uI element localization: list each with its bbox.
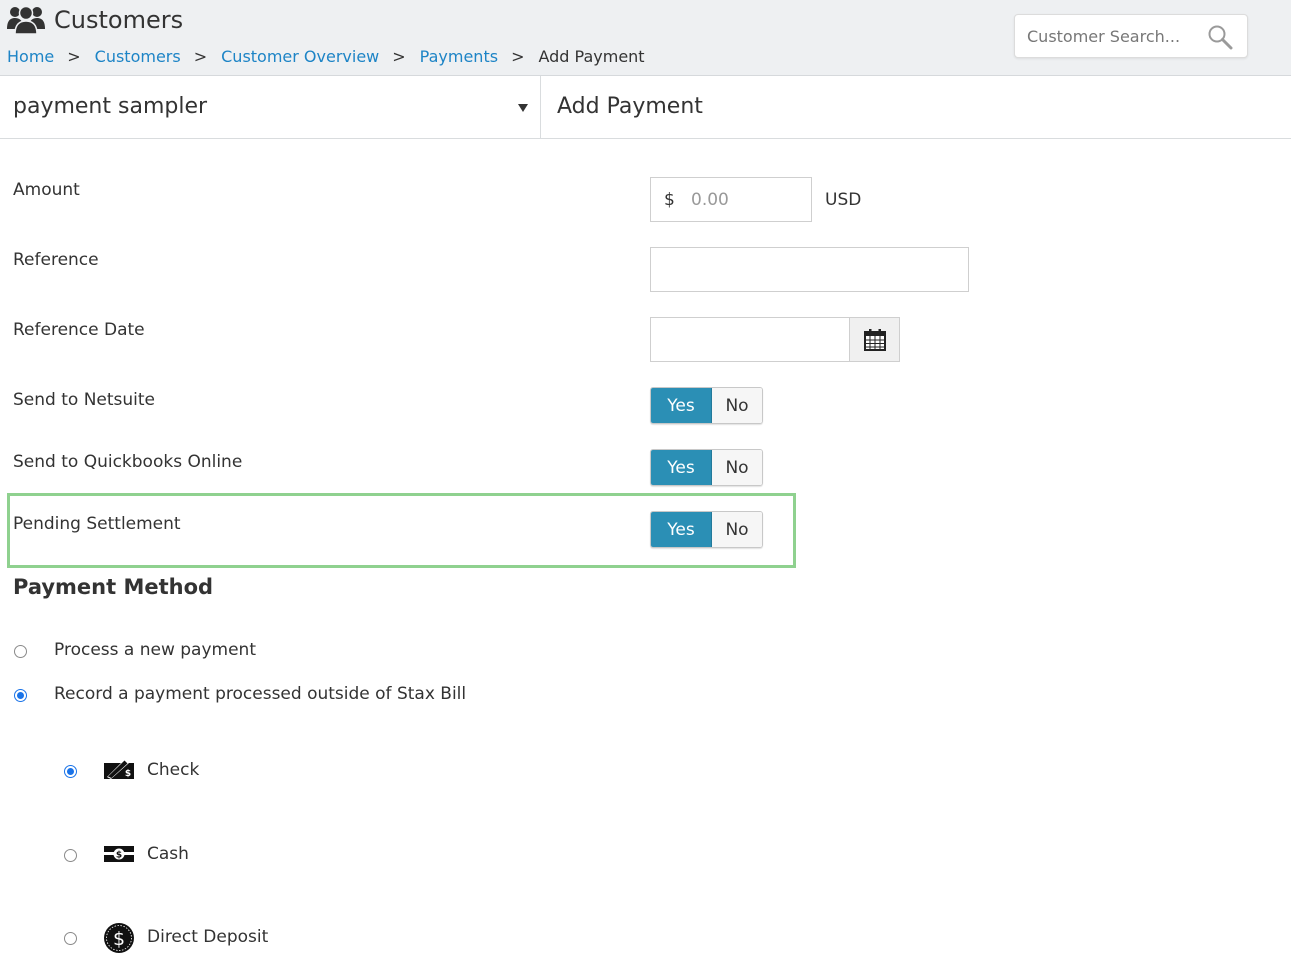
dollar-coin-icon: $ — [104, 923, 134, 953]
record-outside-payment-label[interactable]: Record a payment processed outside of St… — [54, 683, 466, 705]
pending-settlement-toggle: Yes No — [650, 511, 763, 548]
breadcrumb-customer-overview-link[interactable]: Customer Overview — [221, 46, 379, 68]
customer-search-input[interactable] — [1027, 23, 1197, 49]
pending-settlement-yes-button[interactable]: Yes — [651, 512, 712, 547]
breadcrumb-payments-link[interactable]: Payments — [420, 46, 498, 68]
pending-settlement-no-button[interactable]: No — [712, 512, 762, 547]
process-new-payment-label[interactable]: Process a new payment — [54, 639, 256, 661]
breadcrumb-separator: > — [67, 47, 81, 66]
caret-down-icon — [518, 104, 528, 112]
reference-label: Reference — [13, 250, 99, 270]
breadcrumb-customers-link[interactable]: Customers — [95, 46, 181, 68]
breadcrumb: Home > Customers > Customer Overview > P… — [7, 46, 645, 68]
reference-input[interactable] — [650, 247, 969, 292]
page-title: Add Payment — [557, 94, 703, 119]
svg-text:$: $ — [113, 928, 125, 950]
users-icon — [7, 5, 45, 35]
pending-settlement-label: Pending Settlement — [13, 514, 181, 534]
check-radio[interactable] — [64, 765, 77, 778]
svg-text:$: $ — [125, 769, 131, 779]
reference-date-input[interactable] — [650, 317, 850, 362]
direct-deposit-label[interactable]: Direct Deposit — [147, 926, 268, 948]
send-to-quickbooks-yes-button[interactable]: Yes — [651, 450, 712, 485]
cash-icon: $ — [104, 846, 134, 862]
send-to-quickbooks-label: Send to Quickbooks Online — [13, 452, 243, 472]
customer-search-box — [1014, 14, 1248, 58]
search-icon[interactable] — [1207, 24, 1233, 50]
payment-method-heading: Payment Method — [13, 575, 214, 599]
direct-deposit-radio[interactable] — [64, 932, 77, 945]
customer-select[interactable]: payment sampler — [0, 76, 541, 138]
record-outside-payment-radio[interactable] — [14, 689, 27, 702]
breadcrumb-separator: > — [511, 47, 525, 66]
send-to-quickbooks-no-button[interactable]: No — [712, 450, 762, 485]
breadcrumb-separator: > — [193, 47, 208, 66]
amount-field: $ — [650, 177, 812, 222]
breadcrumb-separator: > — [392, 47, 406, 66]
calendar-icon — [864, 329, 886, 351]
send-to-netsuite-no-button[interactable]: No — [712, 388, 762, 423]
send-to-quickbooks-toggle: Yes No — [650, 449, 763, 486]
cash-radio[interactable] — [64, 849, 77, 862]
currency-symbol: $ — [664, 190, 675, 210]
breadcrumb-home-link[interactable]: Home — [7, 46, 54, 68]
check-icon: $ — [104, 759, 134, 779]
svg-text:$: $ — [116, 851, 122, 861]
customer-select-value: payment sampler — [13, 94, 208, 119]
cash-label[interactable]: Cash — [147, 843, 189, 865]
check-label[interactable]: Check — [147, 759, 199, 781]
amount-label: Amount — [13, 180, 80, 200]
header-title: Customers — [54, 6, 184, 34]
send-to-netsuite-yes-button[interactable]: Yes — [651, 388, 712, 423]
send-to-netsuite-label: Send to Netsuite — [13, 390, 156, 410]
send-to-netsuite-toggle: Yes No — [650, 387, 763, 424]
reference-date-label: Reference Date — [13, 320, 145, 340]
amount-input[interactable] — [691, 187, 801, 213]
process-new-payment-radio[interactable] — [14, 645, 27, 658]
calendar-button[interactable] — [849, 317, 900, 362]
currency-code: USD — [825, 190, 862, 210]
breadcrumb-current: Add Payment — [538, 47, 645, 66]
